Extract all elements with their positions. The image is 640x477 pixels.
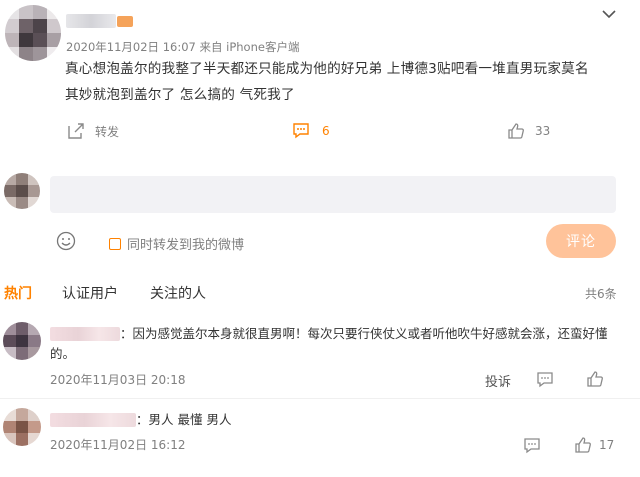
reply-icon[interactable] — [523, 437, 541, 454]
comment-icon — [292, 122, 310, 139]
tab-verified-users[interactable]: 认证用户 — [62, 283, 118, 303]
comment-time: 2020年11月02日 16:12 — [50, 438, 186, 452]
repost-to-weibo-option[interactable]: 同时转发到我的微博 — [109, 234, 244, 253]
tab-hot[interactable]: 热门 — [4, 283, 32, 303]
comment-text-line: ：因为感觉盖尔本身就很直男啊！每次只要行侠仗义或者听他吹牛好感就会涨，还蛮好懂 — [120, 326, 608, 341]
post-meta: 2020年11月02日 16:07 来自 iPhone客户端 — [66, 40, 300, 54]
like-count: 33 — [535, 124, 551, 138]
comment-total: 共6条 — [585, 287, 617, 301]
divider — [0, 398, 640, 399]
repost-label: 转发 — [95, 124, 120, 139]
submit-comment-button[interactable]: 评论 — [546, 224, 616, 258]
repost-button[interactable]: 转发 — [67, 122, 119, 140]
thumbs-up-icon — [574, 436, 592, 454]
commenter-avatar[interactable] — [3, 322, 41, 360]
comment-button[interactable]: 6 — [292, 122, 330, 139]
comment-text-line: 的。 — [50, 346, 76, 361]
author-name[interactable] — [66, 14, 116, 28]
author-avatar[interactable] — [5, 5, 61, 61]
thumbs-up-icon[interactable] — [586, 370, 604, 388]
tab-following[interactable]: 关注的人 — [150, 283, 206, 303]
like-button[interactable]: 33 — [507, 122, 550, 140]
repost-checkbox[interactable] — [109, 237, 121, 250]
commenter-name[interactable] — [50, 413, 136, 427]
thumbs-up-icon — [507, 122, 525, 140]
reply-icon[interactable] — [536, 371, 554, 388]
post-text-line: 其妙就泡到盖尔了 怎么搞的 气死我了 — [65, 87, 295, 103]
more-chevron-icon[interactable] — [602, 4, 616, 19]
comment-text: ：男人 最懂 男人 — [136, 412, 232, 427]
vip-badge — [117, 16, 133, 27]
comment-time: 2020年11月03日 20:18 — [50, 373, 186, 387]
commenter-avatar[interactable] — [3, 408, 41, 446]
repost-option-label: 同时转发到我的微博 — [127, 238, 245, 253]
post-text: 真心想泡盖尔的我整了半天都还只能成为他的好兄弟 上博德3贴吧看一堆直男玩家莫名 … — [65, 56, 630, 108]
my-avatar[interactable] — [4, 173, 40, 209]
comment-text: ：因为感觉盖尔本身就很直男啊！每次只要行侠仗义或者听他吹牛好感就会涨，还蛮好懂 … — [50, 324, 620, 364]
emoji-icon[interactable] — [56, 231, 76, 251]
repost-icon — [67, 122, 85, 140]
comment-count: 6 — [322, 123, 330, 138]
post-text-line: 真心想泡盖尔的我整了半天都还只能成为他的好兄弟 上博德3贴吧看一堆直男玩家莫名 — [65, 61, 589, 77]
comment-like-count: 17 — [599, 438, 615, 452]
comment-like-button[interactable]: 17 — [574, 436, 614, 454]
report-button[interactable]: 投诉 — [485, 371, 511, 390]
comment-input[interactable] — [50, 176, 616, 213]
